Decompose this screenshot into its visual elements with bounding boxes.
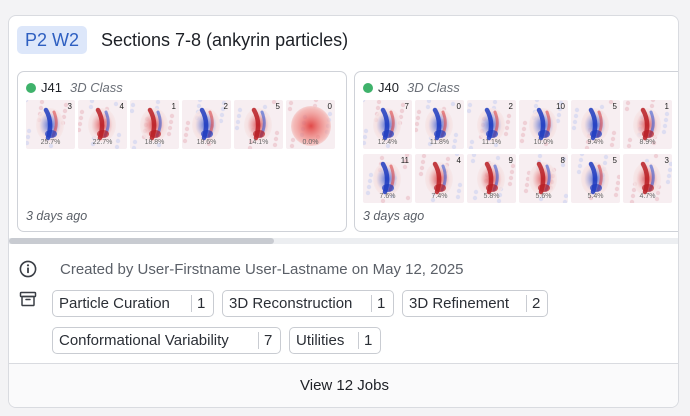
class-thumbnail[interactable]: 2 18.6%: [182, 100, 231, 149]
class-thumbnail[interactable]: 3 25.7%: [26, 100, 75, 149]
workspace-title[interactable]: Sections 7-8 (ankyrin particles): [101, 26, 348, 54]
card-footer: View 12 Jobs: [9, 363, 678, 407]
class-thumbnail[interactable]: 5 9.4%: [571, 100, 620, 149]
class-index: 5: [275, 102, 280, 111]
horizontal-scrollbar-thumb[interactable]: [9, 238, 274, 244]
class-index: 10: [556, 102, 565, 111]
class-percentage: 5.8%: [483, 193, 500, 200]
class-thumbnail[interactable]: 5 14.1%: [234, 100, 283, 149]
class-thumbnail[interactable]: 1 18.8%: [130, 100, 179, 149]
class-percentage: 5.6%: [535, 193, 552, 200]
class-percentage: 14.1%: [248, 139, 269, 146]
class-thumbnail[interactable]: 2 11.1%: [467, 100, 516, 149]
class-index: 3: [67, 102, 72, 111]
tag-label: 3D Reconstruction: [229, 295, 353, 312]
status-dot-icon: [363, 83, 373, 93]
class-thumbnail[interactable]: 8 5.6%: [519, 154, 568, 203]
class-thumbnail[interactable]: 3 4.7%: [623, 154, 672, 203]
class-index: 4: [119, 102, 124, 111]
tag-count: 1: [377, 295, 386, 312]
class-index: 8: [560, 156, 565, 165]
job-card-j41[interactable]: J41 3D Class 3 25.7% 4 22.7% 1 18.8% 2 18.6% 5 14.…: [17, 71, 347, 232]
status-dot-icon: [26, 83, 36, 93]
class-percentage: 8.9%: [639, 139, 656, 146]
project-workspace-badge[interactable]: P2 W2: [17, 26, 88, 54]
class-index: 2: [508, 102, 513, 111]
job-type: 3D Class: [69, 80, 123, 95]
tag-count: 2: [532, 295, 541, 312]
job-time: 3 days ago: [26, 209, 88, 223]
class-percentage: 12.4%: [377, 139, 398, 146]
tag-count: 1: [197, 295, 206, 312]
class-percentage: 10.0%: [533, 139, 554, 146]
job-time: 3 days ago: [363, 209, 425, 223]
class-percentage: 22.7%: [92, 139, 113, 146]
class-percentage: 7.4%: [431, 193, 448, 200]
class-thumbnail[interactable]: 0 11.8%: [415, 100, 464, 149]
tag-particle-curation[interactable]: Particle Curation 1: [52, 290, 214, 317]
class-percentage: 11.1%: [481, 139, 502, 146]
class-index: 4: [456, 156, 461, 165]
class-thumbnail[interactable]: 7 12.4%: [363, 100, 412, 149]
class-thumbnail[interactable]: 1 8.9%: [623, 100, 672, 149]
tag-count: 7: [264, 332, 273, 349]
class-percentage: 18.8%: [144, 139, 165, 146]
class-index: 0: [456, 102, 461, 111]
class-thumbnail[interactable]: 0 0.0%: [286, 100, 335, 149]
class-index: 0: [327, 102, 332, 111]
class-index: 9: [508, 156, 513, 165]
tag-label: Conformational Variability: [59, 332, 229, 349]
view-jobs-button[interactable]: View 12 Jobs: [9, 364, 678, 407]
job-type: 3D Class: [406, 80, 460, 95]
tag-3d-refinement[interactable]: 3D Refinement 2: [402, 290, 548, 317]
class-percentage: 7.6%: [379, 193, 396, 200]
class-percentage: 11.8%: [429, 139, 450, 146]
job-id[interactable]: J41: [41, 80, 62, 95]
created-by-text: Created by User-Firstname User-Lastname …: [60, 261, 464, 278]
class-percentage: 4.7%: [639, 193, 656, 200]
class-index: 7: [404, 102, 409, 111]
tag-label: Particle Curation: [59, 295, 170, 312]
class-percentage: 25.7%: [40, 139, 61, 146]
class-thumbnail[interactable]: 5 5.4%: [571, 154, 620, 203]
job-card-j40[interactable]: J40 3D Class 7 12.4% 0 11.8% 2 11.1% 10 10.0% 5 9.…: [354, 71, 678, 232]
class-percentage: 9.4%: [587, 139, 604, 146]
class-percentage: 5.4%: [587, 193, 604, 200]
class-index: 5: [612, 102, 617, 111]
tag-utilities[interactable]: Utilities 1: [289, 327, 381, 354]
tag-conformational-variability[interactable]: Conformational Variability 7: [52, 327, 281, 354]
job-header: J41 3D Class: [26, 80, 123, 96]
info-circle-icon: [19, 260, 37, 278]
class-percentage: 0.0%: [302, 139, 319, 146]
tag-count: 1: [364, 332, 373, 349]
job-cards-strip[interactable]: J41 3D Class 3 25.7% 4 22.7% 1 18.8% 2 18.6% 5 14.…: [9, 71, 678, 236]
class-thumbnail[interactable]: 4 22.7%: [78, 100, 127, 149]
job-header: J40 3D Class: [363, 80, 460, 96]
class-thumbnail[interactable]: 9 5.8%: [467, 154, 516, 203]
tag-label: 3D Refinement: [409, 295, 510, 312]
class-index: 3: [664, 156, 669, 165]
class-percentage: 18.6%: [196, 139, 217, 146]
workspace-card: P2 W2 Sections 7-8 (ankyrin particles) J…: [8, 15, 679, 408]
class-index: 11: [400, 156, 409, 165]
class-thumbnail[interactable]: 10 10.0%: [519, 100, 568, 149]
job-id[interactable]: J40: [378, 80, 399, 95]
class-index: 1: [664, 102, 669, 111]
class-index: 1: [171, 102, 176, 111]
class-thumbnail[interactable]: 4 7.4%: [415, 154, 464, 203]
class-index: 5: [612, 156, 617, 165]
class-index: 2: [223, 102, 228, 111]
archive-box-icon: [19, 291, 37, 307]
card-header: P2 W2 Sections 7-8 (ankyrin particles): [9, 16, 678, 64]
tag-label: Utilities: [296, 332, 345, 349]
class-thumbnail[interactable]: 11 7.6%: [363, 154, 412, 203]
tag-3d-reconstruction[interactable]: 3D Reconstruction 1: [222, 290, 394, 317]
